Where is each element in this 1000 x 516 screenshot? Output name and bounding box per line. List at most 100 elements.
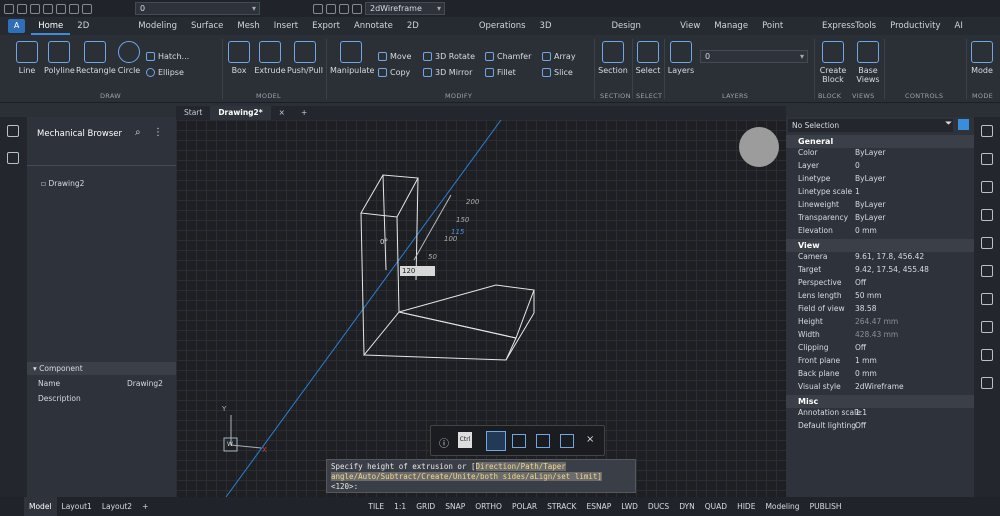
attachments-icon[interactable]	[981, 237, 993, 249]
layers-panel-icon[interactable]	[981, 153, 993, 165]
command-options[interactable]: Direction/Path/Taper	[475, 462, 566, 471]
dynamic-input-field[interactable]: 120	[400, 266, 435, 276]
blocks-icon[interactable]	[981, 181, 993, 193]
tab-drawing2[interactable]: Drawing2*	[210, 106, 271, 120]
add-layout-icon[interactable]: +	[137, 497, 153, 516]
more-options-icon[interactable]: ⋮	[153, 127, 163, 138]
fillet-button[interactable]: Fillet	[485, 68, 516, 77]
base-views-button[interactable]: Base Views	[852, 41, 884, 84]
property-row[interactable]: Lens length 50 mm	[786, 291, 974, 304]
status-polar[interactable]: POLAR	[507, 497, 542, 516]
extrude-button[interactable]: Extrude	[254, 41, 286, 75]
property-row[interactable]: Lineweight ByLayer	[786, 200, 974, 213]
section-view[interactable]: View	[786, 239, 974, 252]
status-ducs[interactable]: DUCS	[643, 497, 674, 516]
ctrl-key-button[interactable]: Ctrl	[458, 432, 472, 448]
app-menu-icon[interactable]: A	[8, 19, 26, 33]
select-button[interactable]: Select	[634, 41, 662, 75]
redo-icon[interactable]	[82, 3, 92, 14]
polyline-button[interactable]: Polyline	[44, 41, 75, 75]
property-row[interactable]: Visual style 2dWireframe	[786, 382, 974, 395]
component-header[interactable]: ▾ Component	[27, 362, 176, 375]
selection-dropdown[interactable]: No Selection	[788, 119, 953, 132]
menu-manage[interactable]: Manage	[707, 17, 755, 35]
info-icon[interactable]: ⓘ	[439, 435, 449, 450]
array-button[interactable]: Array	[542, 52, 576, 61]
menu-surface[interactable]: Surface	[184, 17, 230, 35]
status-ortho[interactable]: ORTHO	[470, 497, 507, 516]
command-options-2[interactable]: angle/Auto/Subtract/Create/Unite/both si…	[331, 472, 602, 481]
status-grid[interactable]: GRID	[411, 497, 440, 516]
create-block-button[interactable]: Create Block	[816, 41, 850, 84]
section-button[interactable]: Section	[597, 41, 629, 75]
menu-operations[interactable]: Operations	[472, 17, 533, 35]
property-row[interactable]: Front plane 1 mm	[786, 356, 974, 369]
structure-icon[interactable]	[981, 265, 993, 277]
status-hide[interactable]: HIDE	[732, 497, 760, 516]
save-icon[interactable]	[30, 3, 40, 14]
menu-insert[interactable]: Insert	[267, 17, 305, 35]
status-modeling[interactable]: Modeling	[760, 497, 804, 516]
push-pull-button[interactable]: Push/Pull	[287, 41, 323, 75]
menu-home[interactable]: Home	[31, 17, 71, 35]
section-general[interactable]: General	[786, 135, 974, 148]
extrude-unite-icon[interactable]	[536, 434, 550, 448]
tab-layout1[interactable]: Layout1	[57, 497, 97, 516]
undo-icon[interactable]	[69, 3, 79, 14]
visual-style-combo[interactable]: 2dWireframe	[365, 2, 445, 15]
linetype-icon[interactable]	[326, 3, 336, 14]
move-button[interactable]: Move	[378, 52, 411, 61]
property-row[interactable]: Target 9.42, 17.54, 455.48	[786, 265, 974, 278]
property-row[interactable]: Color ByLayer	[786, 148, 974, 161]
manipulate-button[interactable]: Manipulate	[330, 41, 374, 75]
lineweight-icon[interactable]	[339, 3, 349, 14]
status-tile[interactable]: TILE	[363, 497, 389, 516]
mirror-3d-button[interactable]: 3D Mirror	[423, 68, 472, 77]
ellipse-button[interactable]: Ellipse	[146, 68, 184, 77]
property-row[interactable]: Linetype ByLayer	[786, 174, 974, 187]
property-row[interactable]: Camera 9.61, 17.8, 456.42	[786, 252, 974, 265]
menu-3d-parametric[interactable]: 3D Parametric	[533, 17, 605, 49]
library-icon[interactable]	[981, 321, 993, 333]
hatch-button[interactable]: Hatch...	[146, 52, 189, 61]
tab-model[interactable]: Model	[24, 497, 57, 516]
menu-modeling[interactable]: Modeling	[131, 17, 184, 35]
slice-button[interactable]: Slice	[542, 68, 573, 77]
properties-icon[interactable]	[981, 125, 993, 137]
quick-select-icon[interactable]	[958, 119, 969, 130]
menu-design-intent[interactable]: Design Intent	[604, 17, 673, 49]
rotate-3d-button[interactable]: 3D Rotate	[423, 52, 475, 61]
tab-start[interactable]: Start	[176, 106, 210, 120]
property-row[interactable]: Perspective Off	[786, 278, 974, 291]
property-row[interactable]: Default lighting Off	[786, 421, 974, 434]
menu-annotate[interactable]: Annotate	[347, 17, 400, 35]
cloud-icon[interactable]	[981, 349, 993, 361]
warning-icon[interactable]	[981, 377, 993, 389]
view-icon[interactable]	[352, 3, 362, 14]
box-button[interactable]: Box	[226, 41, 252, 75]
menu-2d-drafting[interactable]: 2D Drafting	[70, 17, 131, 49]
cube-icon[interactable]	[7, 152, 19, 164]
property-row[interactable]: Back plane 0 mm	[786, 369, 974, 382]
line-button[interactable]: Line	[14, 41, 40, 75]
navigation-cube[interactable]	[739, 127, 779, 167]
layers-button[interactable]: Layers	[666, 41, 696, 75]
extrude-mode-icon[interactable]	[486, 431, 506, 451]
color-icon[interactable]	[313, 3, 323, 14]
menu-productivity[interactable]: Productivity	[883, 17, 947, 35]
property-row[interactable]: Clipping Off	[786, 343, 974, 356]
new-file-icon[interactable]	[4, 3, 14, 14]
menu-2d-parametric[interactable]: 2D Parametric	[400, 17, 472, 49]
save-as-icon[interactable]	[43, 3, 53, 14]
status-quad[interactable]: QUAD	[700, 497, 732, 516]
filter-icon[interactable]: ⏷	[945, 119, 952, 129]
new-tab-icon[interactable]: +	[293, 106, 315, 120]
menu-ai-predict[interactable]: AI Predict	[948, 17, 1000, 49]
menu-mesh[interactable]: Mesh	[230, 17, 266, 35]
status-snap[interactable]: SNAP	[440, 497, 470, 516]
status-lwd[interactable]: LWD	[616, 497, 643, 516]
menu-point-cloud[interactable]: Point Cloud	[755, 17, 815, 49]
property-row[interactable]: Linetype scale 1	[786, 187, 974, 200]
circle-button[interactable]: Circle	[116, 41, 142, 75]
menu-export[interactable]: Export	[305, 17, 347, 35]
